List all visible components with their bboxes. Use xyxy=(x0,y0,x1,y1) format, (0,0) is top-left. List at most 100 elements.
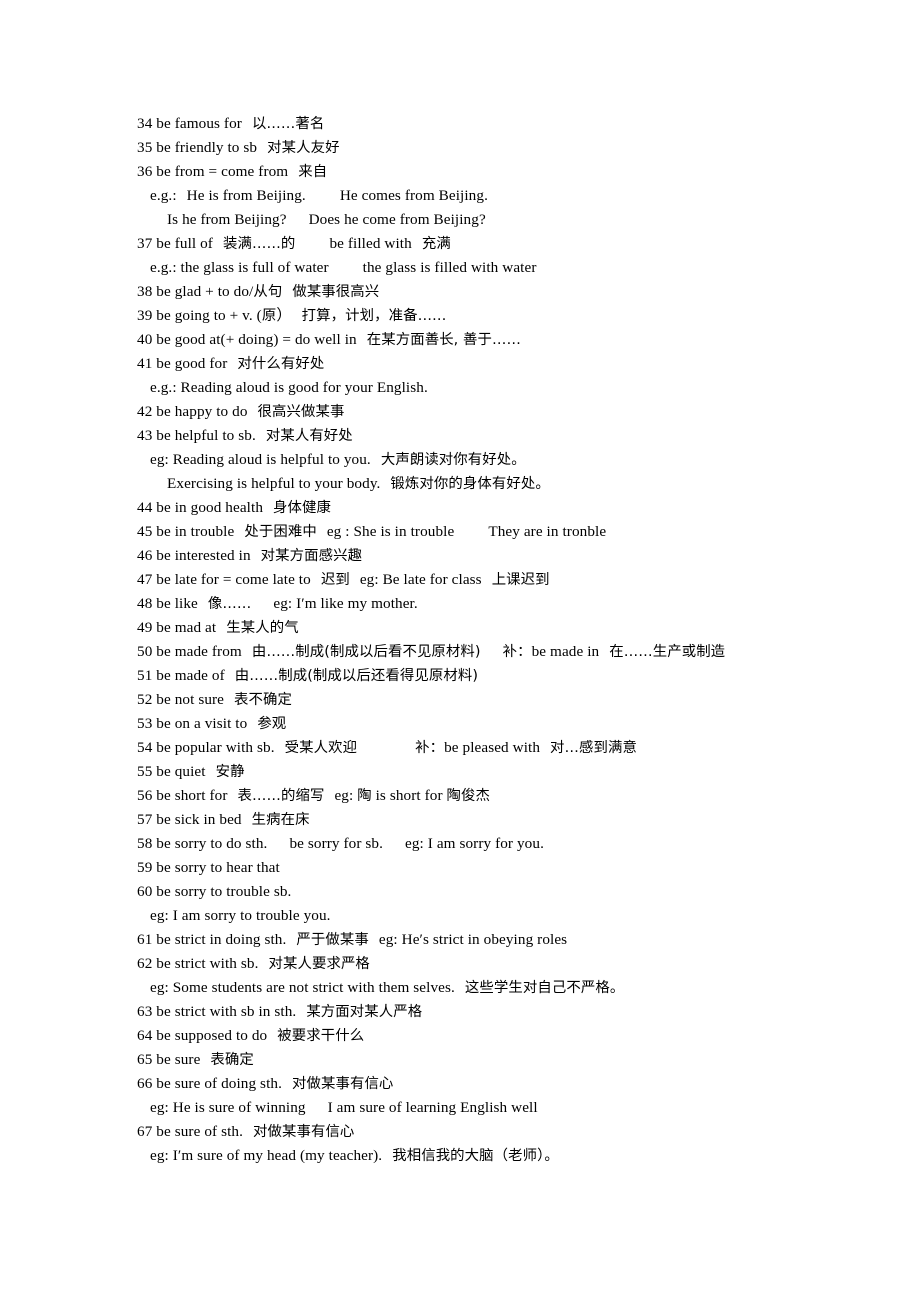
english-text: eg: xyxy=(334,787,358,804)
chinese-text: 原 xyxy=(261,308,277,324)
english-text: e.g.: xyxy=(150,187,177,204)
document-page: 34 be famous for 以……著名 35 be friendly to s… xyxy=(0,0,920,1302)
english-text: They are in tronble xyxy=(488,523,607,540)
phrase-line: 39 be going to + v. (原） 打算，计划，准备…… xyxy=(137,304,857,328)
english-text: 65 be sure xyxy=(137,1051,201,1068)
english-text: Does he come from Beijing? xyxy=(308,211,486,228)
chinese-text: 从句 xyxy=(253,284,283,300)
phrase-line: 56 be short for 表……的缩写 eg: 陶 is short for … xyxy=(137,784,857,808)
chinese-text: 我相信我的大脑（老师）。 xyxy=(392,1148,559,1164)
chinese-text: 某方面对某人严格 xyxy=(306,1004,423,1020)
english-text: ） xyxy=(276,307,292,324)
phrase-line: 51 be made of 由……制成(制成以后还看得见原材料) xyxy=(137,664,857,688)
english-text: be pleased with xyxy=(444,739,541,756)
phrase-line: eg: Reading aloud is helpful to you. 大声朗读… xyxy=(137,448,857,472)
english-text: 67 be sure of sth. xyxy=(137,1123,243,1140)
english-text: 49 be mad at xyxy=(137,619,217,636)
english-text: 41 be good for xyxy=(137,355,228,372)
chinese-text: 来自 xyxy=(298,164,328,180)
english-text: 40 be good at(+ doing) = do well in xyxy=(137,331,357,348)
english-text: eg: He is sure of winning xyxy=(150,1099,306,1116)
english-text: 38 be glad + to do/ xyxy=(137,283,254,300)
chinese-text: 做某事很高兴 xyxy=(292,284,380,300)
chinese-text: 装满……的 xyxy=(222,236,296,252)
chinese-text: 迟到 xyxy=(320,572,350,588)
phrase-line: 59 be sorry to hear that xyxy=(137,856,857,880)
chinese-text: 受某人欢迎 xyxy=(284,740,358,756)
phrase-line: 64 be supposed to do 被要求干什么 xyxy=(137,1024,857,1048)
chinese-text: 由……制成(制成以后还看得见原材料) xyxy=(234,668,479,684)
english-text: He comes from Beijing. xyxy=(339,187,488,204)
phrase-line: 42 be happy to do 很高兴做某事 xyxy=(137,400,857,424)
english-text: eg : She is in trouble xyxy=(326,523,455,540)
phrase-line: 36 be from = come from 来自 xyxy=(137,160,857,184)
phrase-line: 45 be in trouble 处于困难中 eg : She is in trou… xyxy=(137,520,857,544)
english-text: eg: I′m sure of my head (my teacher). xyxy=(150,1147,383,1164)
english-text: 57 be sick in bed xyxy=(137,811,242,828)
english-text: 56 be short for xyxy=(137,787,228,804)
phrase-line: e.g.: Reading aloud is good for your Eng… xyxy=(137,376,857,400)
chinese-text: 身体健康 xyxy=(273,500,331,516)
phrase-line: 54 be popular with sb. 受某人欢迎 补：be pleased … xyxy=(137,736,857,760)
english-text: 36 be from = come from xyxy=(137,163,289,180)
chinese-text: 对做某事有信心 xyxy=(291,1076,394,1092)
phrase-line: eg: I′m sure of my head (my teacher). 我相信… xyxy=(137,1144,857,1168)
english-text: eg: I′m like my mother. xyxy=(273,595,418,612)
phrase-line: 46 be interested in 对某方面感兴趣 xyxy=(137,544,857,568)
phrase-line: 40 be good at(+ doing) = do well in 在某方面善… xyxy=(137,328,857,352)
english-text: 39 be going to + v. ( xyxy=(137,307,262,324)
english-text: 34 be famous for xyxy=(137,115,242,132)
english-text: He is from Beijing. xyxy=(186,187,306,204)
english-text: be sorry for sb. xyxy=(289,835,384,852)
english-text: 46 be interested in xyxy=(137,547,251,564)
phrase-line: 60 be sorry to trouble sb. xyxy=(137,880,857,904)
phrase-line: 34 be famous for 以……著名 xyxy=(137,112,857,136)
phrase-line: 47 be late for = come late to 迟到 eg: Be la… xyxy=(137,568,857,592)
phrase-line: 50 be made from 由……制成(制成以后看不见原材料) 补：be mad… xyxy=(137,640,857,664)
chinese-text: 像…… xyxy=(207,596,252,612)
english-text: 53 be on a visit to xyxy=(137,715,248,732)
chinese-text: 上课迟到 xyxy=(491,572,550,588)
chinese-text: 由……制成(制成以后看不见原材料) xyxy=(251,644,481,660)
english-text: eg: Reading aloud is helpful to you. xyxy=(150,451,371,468)
chinese-text: 处于困难中 xyxy=(244,524,317,540)
english-text: be made in xyxy=(531,643,600,660)
chinese-text: 被要求干什么 xyxy=(277,1028,365,1044)
english-text: 59 be sorry to hear that xyxy=(137,859,280,876)
chinese-text: 充满 xyxy=(421,236,451,252)
phrase-line: 65 be sure 表确定 xyxy=(137,1048,857,1072)
english-text: 35 be friendly to sb xyxy=(137,139,258,156)
chinese-text: 参观 xyxy=(257,716,287,732)
phrase-line: 49 be mad at 生某人的气 xyxy=(137,616,857,640)
chinese-text: 这些学生对自己不严格。 xyxy=(464,980,625,996)
phrase-line: 52 be not sure 表不确定 xyxy=(137,688,857,712)
phrase-line: 66 be sure of doing sth. 对做某事有信心 xyxy=(137,1072,857,1096)
chinese-text: 打算，计划，准备…… xyxy=(301,308,447,324)
english-text: 55 be quiet xyxy=(137,763,206,780)
english-text: 43 be helpful to sb. xyxy=(137,427,256,444)
chinese-text: 生病在床 xyxy=(251,812,310,828)
chinese-text: 在某方面善长, 善于…… xyxy=(366,332,521,348)
english-text: e.g.: Reading aloud is good for your Eng… xyxy=(150,379,428,396)
english-text: 47 be late for = come late to xyxy=(137,571,311,588)
phrase-line: e.g.: the glass is full of water the glas… xyxy=(137,256,857,280)
chinese-text: 严于做某事 xyxy=(296,932,369,948)
english-text: 52 be not sure xyxy=(137,691,225,708)
english-text: be filled with xyxy=(329,235,412,252)
chinese-text: 安静 xyxy=(215,764,245,780)
english-text: 61 be strict in doing sth. xyxy=(137,931,287,948)
english-text: 50 be made from xyxy=(137,643,242,660)
chinese-text: 大声朗读对你有好处。 xyxy=(380,452,526,468)
chinese-text: 对某方面感兴趣 xyxy=(260,548,363,564)
english-text: 37 be full of xyxy=(137,235,213,252)
english-text: 58 be sorry to do sth. xyxy=(137,835,268,852)
chinese-text: 锻炼对你的身体有好处。 xyxy=(390,476,550,492)
english-text: 63 be strict with sb in sth. xyxy=(137,1003,297,1020)
phrase-line: 61 be strict in doing sth. 严于做某事 eg: He′s … xyxy=(137,928,857,952)
phrase-line: 67 be sure of sth. 对做某事有信心 xyxy=(137,1120,857,1144)
english-text: Is he from Beijing? xyxy=(167,211,287,228)
phrase-list: 34 be famous for 以……著名 35 be friendly to s… xyxy=(137,112,857,1168)
chinese-text: 对…感到满意 xyxy=(550,740,637,756)
chinese-text: 补： xyxy=(502,644,532,660)
english-text: I am sure of learning English well xyxy=(327,1099,538,1116)
